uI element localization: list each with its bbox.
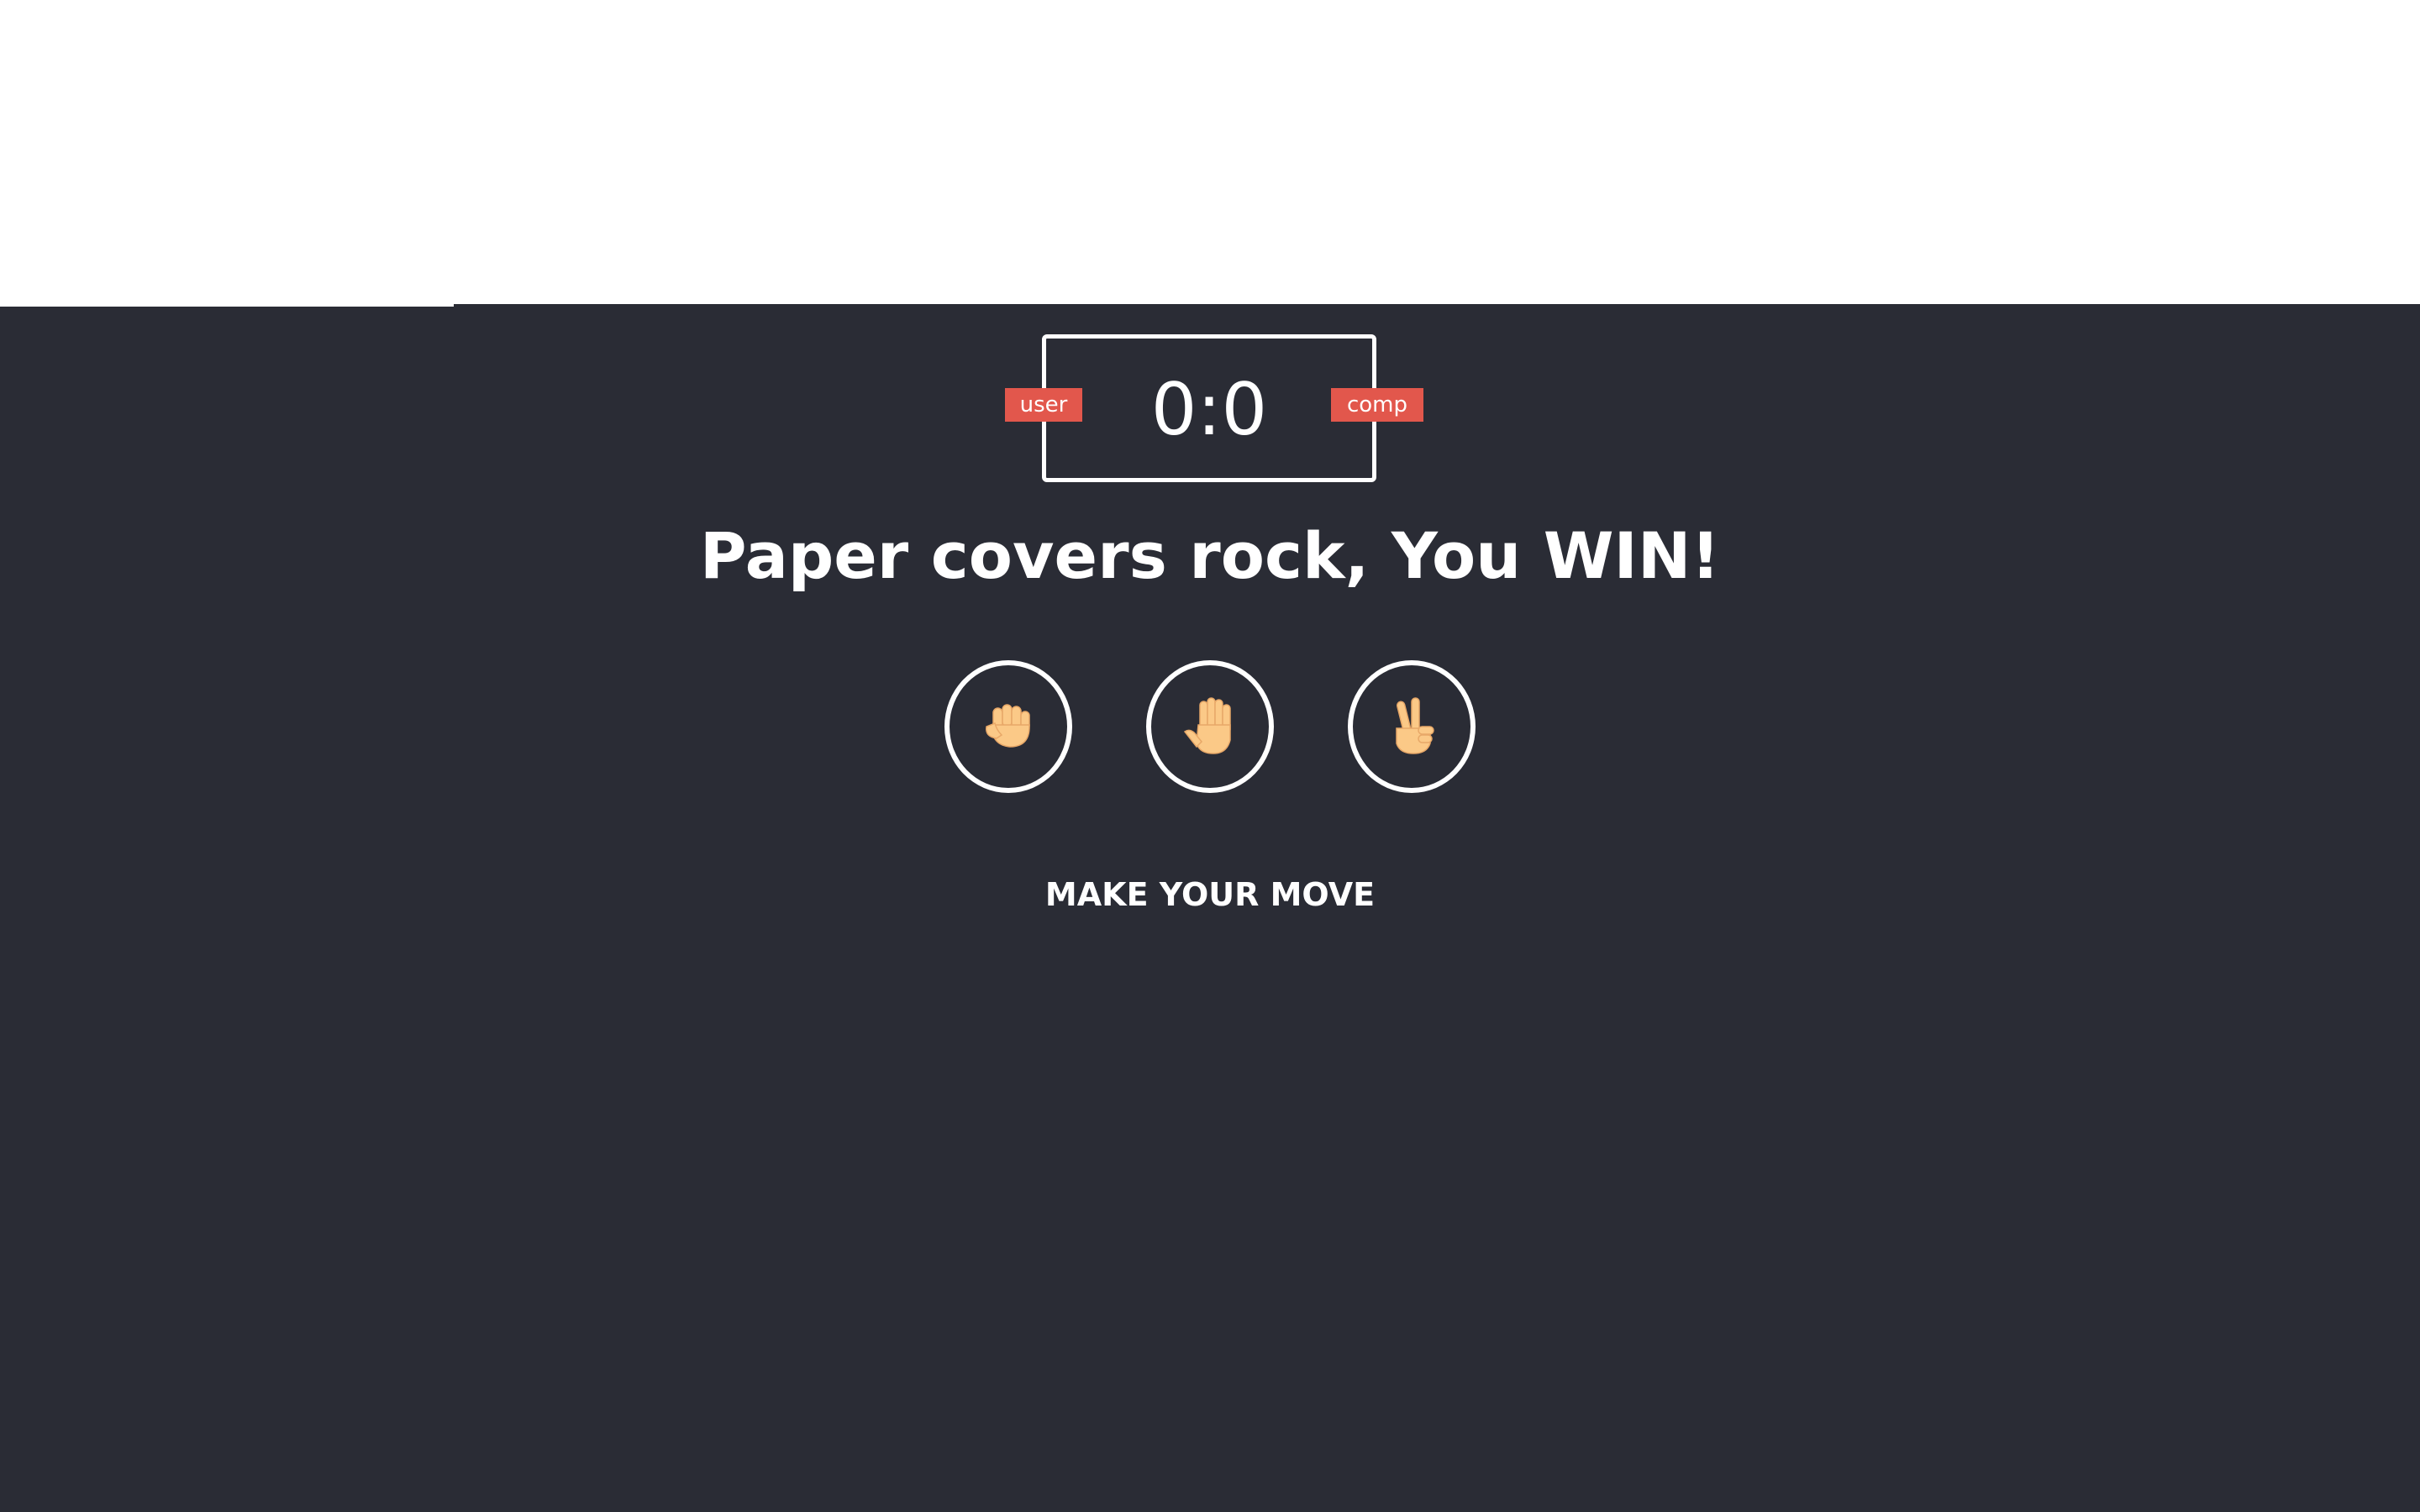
paper-hand-icon [1183, 697, 1231, 754]
user-badge: user [1005, 388, 1082, 422]
rock-fist-icon [986, 704, 1030, 748]
scoreboard: 0:0 [1042, 334, 1376, 482]
rock-button[interactable] [944, 660, 1072, 793]
scissors-button[interactable] [1348, 660, 1476, 793]
scissors-hand-icon [1396, 697, 1434, 754]
make-move-prompt: MAKE YOUR MOVE [1044, 876, 1376, 913]
comp-badge: comp [1331, 388, 1423, 422]
top-blank-area [0, 0, 2420, 304]
result-message: Paper covers rock, You WIN! [699, 518, 1721, 593]
score-display: 0:0 [1150, 368, 1268, 452]
paper-button[interactable] [1146, 660, 1274, 793]
stage-top-edge [0, 304, 454, 307]
